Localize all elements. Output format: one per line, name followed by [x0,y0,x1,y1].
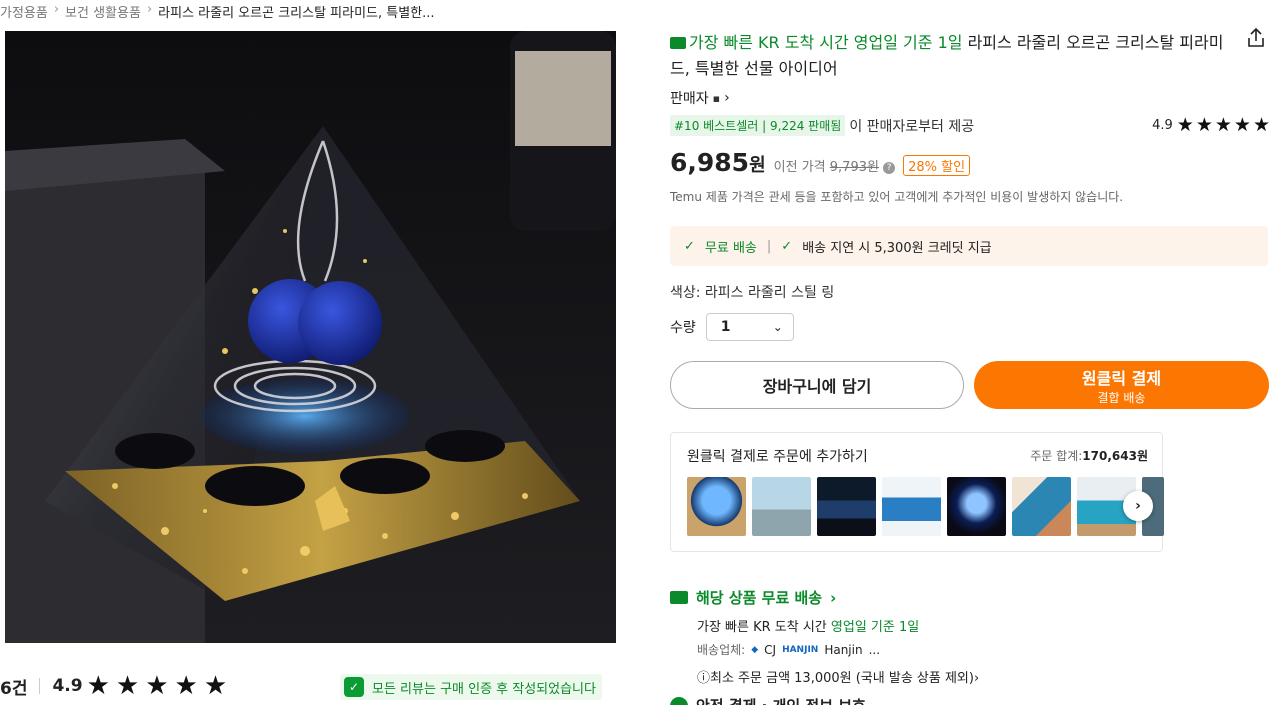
order-total-value: 170,643원 [1082,449,1148,463]
star-icon: ★ [1233,114,1251,136]
truck-icon [670,37,686,49]
add-on-item[interactable] [1012,477,1071,536]
help-icon[interactable]: ? [883,162,896,174]
delivery-speed: 가장 빠른 KR 도착 시간 영업일 기준 1일 [697,616,919,635]
chevron-right-icon: › [973,671,980,686]
star-icon: ★ [174,671,198,701]
review-score: 4.9 [52,676,83,696]
carousel-next-button[interactable]: › [1123,491,1153,521]
breadcrumb: 가정용품 › 보건 생활용품 › 라피스 라줄리 오르곤 크리스탈 피라미드, … [0,2,435,21]
chevron-down-icon: ⌄ [772,320,783,334]
quantity-row: 수량 1 ⌄ [670,313,794,341]
delivery-speed-days: 영업일 기준 1일 [830,620,920,635]
bestseller-suffix: 이 판매자로부터 제공 [849,118,975,135]
quantity-select[interactable]: 1 ⌄ [705,313,794,341]
secure-payment-heading[interactable]: 안전 결제 · 개인 정보 보호 [670,695,866,705]
star-icon: ★ [1214,114,1232,136]
order-total: 주문 합계:170,643원 [1030,447,1148,464]
add-on-item[interactable] [817,477,876,536]
product-image[interactable] [5,31,616,643]
cj-logo-icon: ◆ [751,644,759,655]
price-unit: 원 [749,155,766,176]
delay-credit-text: 배송 지연 시 5,300원 크레딧 지급 [802,240,992,256]
divider: | [766,238,772,254]
verified-review-text: 모든 리뷰는 구매 인증 후 작성되었습니다 [372,681,596,697]
secure-payment-text: 안전 결제 · 개인 정보 보호 [696,695,866,705]
review-count[interactable]: 6건 [0,674,27,699]
buy-button-label: 원클릭 결제 [1081,368,1162,388]
delivery-speed-prefix: 가장 빠른 KR 도착 시간 [697,620,827,635]
add-on-panel: 원클릭 결제로 주문에 추가하기 주문 합계:170,643원 › [670,432,1164,552]
discount-badge: 28% 할인 [903,155,971,176]
rating-stars: ★ ★ ★ ★ ★ [1177,116,1270,135]
breadcrumb-separator: › [53,2,60,17]
add-to-cart-button[interactable]: 장바구니에 담기 [670,361,964,409]
min-order-text: ⓘ최소 주문 금액 13,000원 (국내 발송 상품 제외) [697,671,974,686]
carrier-hanjin: Hanjin [824,642,863,657]
tax-note: Temu 제품 가격은 관세 등을 포함하고 있어 고객에게 추가적인 비용이 … [670,190,1124,204]
carriers-more[interactable]: ... [869,643,880,657]
star-icon: ★ [1176,114,1194,136]
original-price: 이전 가격 9,793원 ? [773,156,896,175]
breadcrumb-item-current: 라피스 라줄리 오르곤 크리스탈 피라미드, 특별한... [158,6,435,21]
review-summary: 6건 4.9 ★ ★ ★ ★ ★ ✓ 모든 리뷰는 구매 인증 후 작성되었습니… [0,672,616,700]
add-on-item[interactable] [882,477,941,536]
star-icon: ★ [203,671,228,701]
add-on-item[interactable] [752,477,811,536]
share-icon[interactable] [1244,26,1268,50]
truck-icon [670,591,688,604]
star-icon: ★ [86,671,110,701]
current-price: 6,985원 [670,148,766,177]
breadcrumb-item-home[interactable]: 가정용품 [0,2,48,21]
add-on-title: 원클릭 결제로 주문에 추가하기 [687,449,868,465]
seller-label: 판매자 [670,91,709,107]
star-icon: ★ [115,671,140,701]
original-price-label: 이전 가격 [773,160,826,175]
check-icon: ✓ [781,238,793,254]
shield-icon [670,696,688,705]
carriers-label: 배송업체: [697,643,746,657]
original-price-value: 9,793원 [829,160,879,175]
bestseller-line: #10 베스트셀러 | 9,224 판매됨 이 판매자로부터 제공 4.9 ★ … [670,115,1270,136]
shipping-banner[interactable]: ✓ 무료 배송 | ✓ 배송 지연 시 5,300원 크레딧 지급 [670,226,1268,266]
shield-check-icon: ✓ [344,677,364,697]
product-rating[interactable]: 4.9 ★ ★ ★ ★ ★ [1152,116,1270,135]
min-order-note[interactable]: ⓘ최소 주문 금액 13,000원 (국내 발송 상품 제외)› [697,667,979,686]
add-on-item[interactable] [687,477,746,536]
rating-value: 4.9 [1152,118,1173,133]
divider [39,678,41,694]
verified-review-note: ✓ 모든 리뷰는 구매 인증 후 작성되었습니다 [340,674,602,700]
order-total-label: 주문 합계: [1030,449,1083,463]
seller-link[interactable]: 판매자 ▪ › [670,88,730,108]
bestseller-badge[interactable]: #10 베스트셀러 | 9,224 판매됨 [670,115,846,136]
star-icon: ★ [1252,114,1270,136]
add-on-thumbnails [687,477,1164,536]
buy-button-sublabel: 결합 배송 [1097,390,1146,405]
chevron-right-icon: › [830,588,837,607]
check-icon: ✓ [684,238,695,254]
one-click-buy-button[interactable]: 원클릭 결제 결합 배송 [974,361,1269,409]
quantity-label: 수량 [670,320,696,336]
price-value: 6,985 [670,148,750,177]
carriers-line: 배송업체: ◆ CJ HANJIN Hanjin ... [697,641,880,658]
seller-logo-icon: ▪ [712,91,721,105]
free-shipping-text: 무료 배송 [704,240,757,256]
price-row: 6,985원 이전 가격 9,793원 ? 28% 할인 [670,148,971,177]
star-icon: ★ [1195,114,1213,136]
free-delivery-heading[interactable]: 해당 상품 무료 배송 › [670,587,836,608]
add-on-item[interactable] [947,477,1006,536]
selected-color: 색상: 라피스 라줄리 스틸 링 [670,285,835,301]
breadcrumb-separator: › [146,2,153,17]
carrier-cj: CJ [764,642,777,657]
star-icon: ★ [145,671,169,701]
product-title: 가장 빠른 KR 도착 시간 영업일 기준 1일 라피스 라줄리 오르곤 크리스… [670,30,1230,82]
quantity-value: 1 [720,319,731,335]
hanjin-logo-icon: HANJIN [782,644,819,655]
chevron-right-icon: › [724,90,730,106]
rating-stars: ★ ★ ★ ★ ★ [87,673,228,699]
fast-delivery-badge: 가장 빠른 KR 도착 시간 영업일 기준 1일 [689,33,963,52]
breadcrumb-item-category[interactable]: 보건 생활용품 [65,2,141,21]
free-delivery-text: 해당 상품 무료 배송 [696,589,823,607]
